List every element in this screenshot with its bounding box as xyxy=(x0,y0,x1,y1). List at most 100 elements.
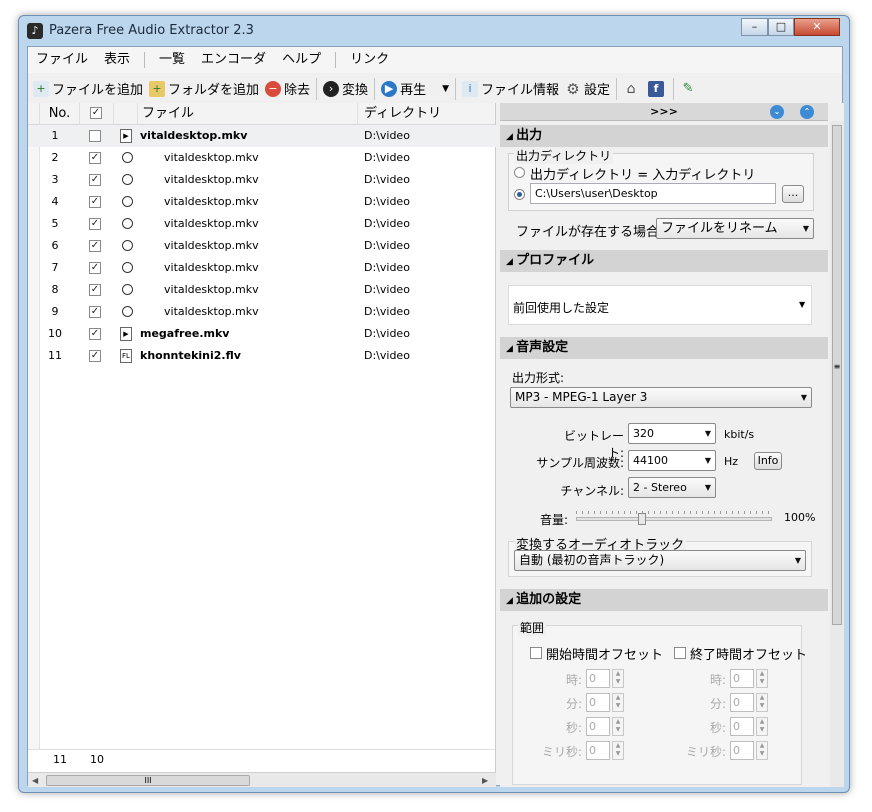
file-list[interactable]: No. ✓ ファイル ディレクトリ 1 ▶ vitaldesktop.mkv D:\v… xyxy=(28,103,496,772)
minimize-button[interactable]: – xyxy=(741,18,768,36)
end-ms-input[interactable]: 0 xyxy=(730,741,754,760)
header-no[interactable]: No. xyxy=(40,103,80,125)
table-row[interactable]: 5 ✓ vitaldesktop.mkv D:\video xyxy=(28,213,496,235)
end-offset-checkbox[interactable] xyxy=(674,647,686,659)
table-row[interactable]: 2 ✓ vitaldesktop.mkv D:\video xyxy=(28,147,496,169)
output-section-header[interactable]: ◢ 出力 xyxy=(500,125,828,147)
menu-encoder[interactable]: エンコーダ xyxy=(193,47,274,73)
header-dir[interactable]: ディレクトリ xyxy=(358,103,496,125)
row-checkbox[interactable] xyxy=(89,130,101,142)
audio-track-select[interactable]: 自動 (最初の音声トラック) ▼ xyxy=(514,550,806,571)
spin-arrows-icon[interactable]: ▲ ▼ xyxy=(756,669,768,688)
expand-all-icon[interactable]: ⌃ xyxy=(800,105,814,119)
dropdown-arrow-icon: ▼ xyxy=(704,429,711,438)
menu-list[interactable]: 一覧 xyxy=(151,47,193,73)
start-offset-checkbox[interactable] xyxy=(530,647,542,659)
spin-arrows-icon[interactable]: ▲ ▼ xyxy=(756,741,768,760)
spin-arrows-icon[interactable]: ▲ ▼ xyxy=(756,717,768,736)
remove-button[interactable]: − 除去 xyxy=(262,76,313,102)
vertical-scrollbar[interactable]: ≡ xyxy=(830,121,844,787)
end-second-input[interactable]: 0 xyxy=(730,717,754,736)
play-button[interactable]: ▶ 再生 ▼ xyxy=(378,76,452,102)
scroll-right-icon[interactable]: ▶ xyxy=(482,773,488,788)
extra-section-header[interactable]: ◢ 追加の設定 xyxy=(500,589,828,611)
browse-button[interactable]: ... xyxy=(782,185,804,203)
spin-arrows-icon[interactable]: ▲ ▼ xyxy=(756,693,768,712)
table-row[interactable]: 11 ✓ FL khonntekini2.flv D:\video xyxy=(28,345,496,367)
spin-arrows-icon[interactable]: ▲ ▼ xyxy=(612,741,624,760)
select-all-checkbox[interactable]: ✓ xyxy=(90,107,102,119)
output-path-input[interactable]: C:\Users\user\Desktop xyxy=(530,183,776,204)
row-checkbox[interactable]: ✓ xyxy=(89,262,101,274)
row-filename: vitaldesktop.mkv xyxy=(140,129,248,142)
title-bar[interactable]: ♪ Pazera Free Audio Extractor 2.3 – □ ✕ xyxy=(19,16,849,46)
start-hour-input[interactable]: 0 xyxy=(586,669,610,688)
chevron-down-icon[interactable]: ▼ xyxy=(442,84,449,94)
menu-link[interactable]: リンク xyxy=(342,47,397,73)
start-minute-input[interactable]: 0 xyxy=(586,693,610,712)
sample-rate-select[interactable]: 44100 ▼ xyxy=(628,450,716,471)
table-row[interactable]: 9 ✓ vitaldesktop.mkv D:\video xyxy=(28,301,496,323)
bitrate-unit: kbit/s xyxy=(724,428,755,441)
row-checkbox[interactable]: ✓ xyxy=(89,350,101,362)
custom-dir-radio[interactable] xyxy=(514,189,525,200)
maximize-button[interactable]: □ xyxy=(768,18,794,36)
info-button[interactable]: Info xyxy=(754,452,782,470)
row-checkbox[interactable]: ✓ xyxy=(89,174,101,186)
table-row[interactable]: 7 ✓ vitaldesktop.mkv D:\video xyxy=(28,257,496,279)
format-select[interactable]: MP3 - MPEG-1 Layer 3 ▼ xyxy=(510,387,812,408)
facebook-button[interactable]: f xyxy=(645,76,670,102)
file-exists-select[interactable]: ファイルをリネーム ▼ xyxy=(656,218,814,239)
convert-button[interactable]: › 変換 xyxy=(320,76,371,102)
row-checkbox[interactable]: ✓ xyxy=(89,196,101,208)
scroll-left-icon[interactable]: ◀ xyxy=(32,773,38,788)
close-button[interactable]: ✕ xyxy=(794,18,840,36)
header-file[interactable]: ファイル xyxy=(138,103,358,125)
horizontal-scrollbar[interactable]: ◀ III ▶ xyxy=(28,772,496,787)
end-minute-input[interactable]: 0 xyxy=(730,693,754,712)
start-ms-input[interactable]: 0 xyxy=(586,741,610,760)
table-row[interactable]: 4 ✓ vitaldesktop.mkv D:\video xyxy=(28,191,496,213)
vertical-scroll-thumb[interactable]: ≡ xyxy=(832,125,842,625)
home-button[interactable]: ⌂ xyxy=(620,76,645,102)
start-second-input[interactable]: 0 xyxy=(586,717,610,736)
file-info-button[interactable]: i ファイル情報 xyxy=(459,76,562,102)
row-checkbox[interactable]: ✓ xyxy=(89,306,101,318)
menu-help[interactable]: ヘルプ xyxy=(274,47,329,73)
table-row[interactable]: 1 ▶ vitaldesktop.mkv D:\video xyxy=(28,125,496,147)
music-note-icon: ♪ xyxy=(27,23,43,39)
bitrate-select[interactable]: 320 ▼ xyxy=(628,423,716,444)
row-directory: D:\video xyxy=(364,151,410,164)
header-check[interactable]: ✓ xyxy=(80,103,114,125)
table-row[interactable]: 10 ✓ ▶ megafree.mkv D:\video xyxy=(28,323,496,345)
scroll-thumb[interactable]: III xyxy=(46,775,250,786)
settings-button[interactable]: ⚙ 設定 xyxy=(562,76,613,102)
panel-collapse-bar[interactable]: >>> ⌄ ⌃ xyxy=(500,103,828,121)
row-checkbox[interactable]: ✓ xyxy=(89,284,101,296)
channel-select[interactable]: 2 - Stereo ▼ xyxy=(628,477,716,498)
profile-select[interactable]: 前回使用した設定 ▼ xyxy=(508,285,812,325)
range-group-label: 範囲 xyxy=(518,619,547,636)
row-checkbox[interactable]: ✓ xyxy=(89,328,101,340)
add-folder-button[interactable]: + フォルダを追加 xyxy=(146,76,262,102)
spin-arrows-icon[interactable]: ▲ ▼ xyxy=(612,717,624,736)
table-row[interactable]: 3 ✓ vitaldesktop.mkv D:\video xyxy=(28,169,496,191)
table-row[interactable]: 8 ✓ vitaldesktop.mkv D:\video xyxy=(28,279,496,301)
menu-view[interactable]: 表示 xyxy=(96,47,138,73)
audio-section-header[interactable]: ◢ 音声設定 xyxy=(500,337,828,359)
menu-file[interactable]: ファイル xyxy=(28,47,96,73)
add-file-button[interactable]: + ファイルを追加 xyxy=(30,76,146,102)
row-checkbox[interactable]: ✓ xyxy=(89,152,101,164)
row-checkbox[interactable]: ✓ xyxy=(89,240,101,252)
spin-arrows-icon[interactable]: ▲ ▼ xyxy=(612,693,624,712)
spin-arrows-icon[interactable]: ▲ ▼ xyxy=(612,669,624,688)
volume-slider[interactable] xyxy=(576,507,772,525)
table-row[interactable]: 6 ✓ vitaldesktop.mkv D:\video xyxy=(28,235,496,257)
row-checkbox[interactable]: ✓ xyxy=(89,218,101,230)
end-hour-input[interactable]: 0 xyxy=(730,669,754,688)
profile-section-header[interactable]: ◢ プロファイル xyxy=(500,250,828,272)
pin-button[interactable]: ✎ xyxy=(677,76,702,102)
same-as-input-radio[interactable] xyxy=(514,167,525,178)
slider-thumb[interactable] xyxy=(638,513,646,525)
collapse-all-icon[interactable]: ⌄ xyxy=(770,105,784,119)
